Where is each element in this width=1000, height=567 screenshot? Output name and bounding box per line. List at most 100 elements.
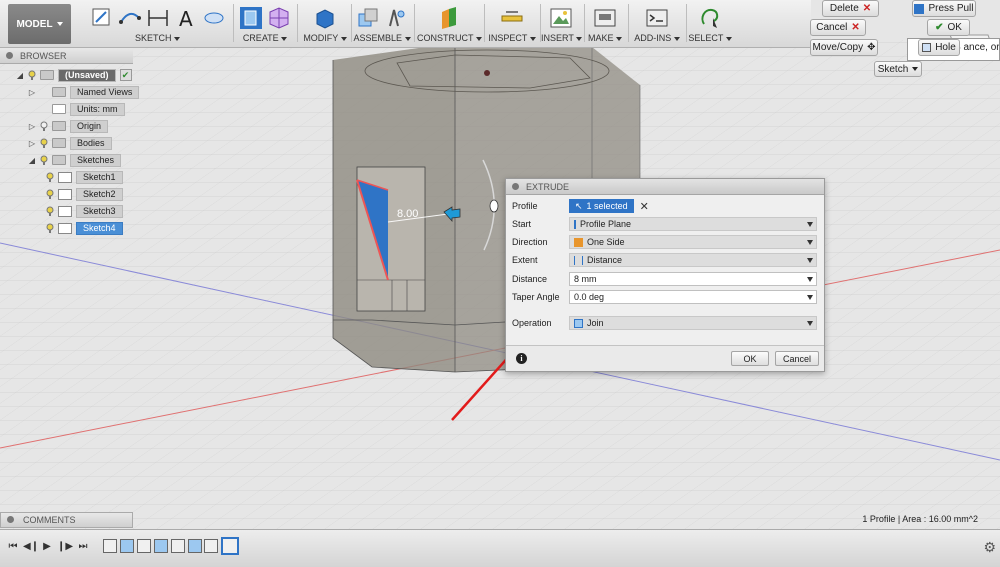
hole-icon <box>922 43 932 52</box>
extrude-ok-button[interactable]: OK <box>731 351 769 366</box>
tree-root[interactable]: ◢ (Unsaved) ✔ <box>16 68 132 82</box>
expand-arrow-icon[interactable]: ▷ <box>28 139 36 148</box>
direction-select[interactable]: One Side <box>569 235 817 249</box>
select-icon[interactable] <box>698 6 722 30</box>
operation-select[interactable]: Join <box>569 316 817 330</box>
visibility-bulb-icon[interactable] <box>46 223 54 233</box>
tree-item-label: Bodies <box>70 136 112 150</box>
expand-arrow-icon[interactable]: ▷ <box>28 88 36 97</box>
create-menu-label: CREATE <box>242 33 279 43</box>
press-pull-button[interactable]: Press Pull <box>912 0 976 17</box>
timeline-sketch-icon[interactable] <box>204 539 218 553</box>
expand-arrow-icon[interactable]: ◢ <box>28 156 36 165</box>
sketch-dropdown[interactable]: Sketch <box>874 61 922 77</box>
visibility-bulb-icon[interactable] <box>40 121 48 131</box>
timeline-extrude-icon[interactable] <box>154 539 168 553</box>
make-group[interactable]: MAKE <box>587 2 623 46</box>
measure-icon[interactable] <box>500 6 524 30</box>
sketch-icon <box>58 222 72 234</box>
sketch-group[interactable]: A SKETCH <box>80 2 235 46</box>
assemble-group[interactable]: ASSEMBLE <box>352 2 412 46</box>
add-ins-group[interactable]: ADD-INS <box>630 2 684 46</box>
create-sketch-icon[interactable] <box>90 6 114 30</box>
comments-panel-header[interactable]: COMMENTS <box>0 512 133 528</box>
tree-item-sketch1[interactable]: Sketch1 <box>46 170 123 184</box>
construct-group[interactable]: CONSTRUCT <box>417 2 482 46</box>
tree-item-sketch3[interactable]: Sketch3 <box>46 204 123 218</box>
collapse-icon[interactable] <box>512 183 519 190</box>
visibility-bulb-icon[interactable] <box>28 70 36 80</box>
start-select[interactable]: Profile Plane <box>569 217 817 231</box>
distance-row: Distance 8 mm <box>512 272 817 286</box>
new-component-icon[interactable] <box>356 6 380 30</box>
step-back-icon[interactable]: ◀❙ <box>23 540 39 554</box>
workspace-switcher[interactable]: MODEL <box>8 4 71 44</box>
design-canvas[interactable] <box>0 0 1000 567</box>
distance-input[interactable]: 8 mm <box>569 272 817 286</box>
dropdown-arrow-icon <box>807 277 813 282</box>
3d-print-icon[interactable] <box>593 6 617 30</box>
hole-button[interactable]: Hole <box>918 39 960 56</box>
press-pull-icon[interactable] <box>313 6 337 30</box>
inspect-group[interactable]: INSPECT <box>486 2 538 46</box>
tree-item-sketches[interactable]: ◢ Sketches <box>28 153 122 167</box>
expand-icon[interactable] <box>7 516 14 523</box>
modify-group[interactable]: MODIFY <box>300 2 350 46</box>
timeline-extrude-icon[interactable] <box>120 539 134 553</box>
timeline-sketch-icon[interactable] <box>137 539 151 553</box>
tree-item-sketch2[interactable]: Sketch2 <box>46 187 123 201</box>
gear-icon[interactable]: ⚙ <box>983 539 996 556</box>
joint-icon[interactable] <box>384 6 408 30</box>
expand-arrow-icon[interactable]: ◢ <box>16 71 24 80</box>
offset-plane-icon[interactable] <box>437 6 461 30</box>
tree-item-origin[interactable]: ▷ Origin <box>28 119 109 133</box>
tree-item-bodies[interactable]: ▷ Bodies <box>28 136 112 150</box>
visibility-bulb-icon[interactable] <box>46 172 54 182</box>
profile-selector[interactable]: ↖ 1 selected <box>569 199 634 213</box>
taper-manipulator-handle[interactable] <box>489 199 499 213</box>
visibility-bulb-icon[interactable] <box>46 206 54 216</box>
tree-item-sketch4[interactable]: Sketch4 <box>46 221 123 235</box>
visibility-bulb-icon[interactable] <box>40 138 48 148</box>
insert-image-icon[interactable] <box>549 6 573 30</box>
scripts-icon[interactable] <box>645 6 669 30</box>
select-group[interactable]: SELECT <box>688 2 732 46</box>
play-icon[interactable]: ▶ <box>40 540 54 554</box>
ok-marking-button[interactable]: ✔ OK <box>927 19 970 36</box>
visibility-bulb-icon[interactable] <box>40 155 48 165</box>
timeline-marker-icon[interactable] <box>221 537 239 555</box>
step-forward-icon[interactable]: ❙▶ <box>57 540 73 554</box>
extent-row: Extent Distance <box>512 253 817 267</box>
insert-group[interactable]: INSERT <box>541 2 583 46</box>
timeline-extrude-icon[interactable] <box>188 539 202 553</box>
tree-item-named-views[interactable]: ▷ Named Views <box>28 85 140 99</box>
create-group[interactable]: CREATE <box>236 2 294 46</box>
text-icon[interactable]: A <box>174 6 198 30</box>
extent-select[interactable]: Distance <box>569 253 817 267</box>
folder-icon <box>52 87 66 97</box>
extrude-cancel-button[interactable]: Cancel <box>775 351 819 366</box>
dimension-icon[interactable] <box>146 6 170 30</box>
browser-header[interactable]: BROWSER <box>0 48 133 64</box>
tree-item-units[interactable]: Units: mm <box>28 102 125 116</box>
move-copy-button[interactable]: Move/Copy ✥ <box>810 39 878 56</box>
info-icon[interactable]: i <box>516 353 527 364</box>
extrude-icon[interactable] <box>239 6 263 30</box>
form-icon[interactable] <box>267 6 291 30</box>
timeline-sketch-icon[interactable] <box>171 539 185 553</box>
delete-button[interactable]: Delete ✕ <box>822 0 879 17</box>
go-to-end-icon[interactable]: ⏭ <box>76 540 90 554</box>
dropdown-arrow-icon <box>807 240 813 245</box>
ellipse-icon[interactable] <box>202 6 226 30</box>
timeline-sketch-icon[interactable] <box>103 539 117 553</box>
taper-angle-input[interactable]: 0.0 deg <box>569 290 817 304</box>
collapse-icon[interactable] <box>6 52 13 59</box>
expand-arrow-icon[interactable]: ▷ <box>28 122 36 131</box>
extrude-dialog-header[interactable]: EXTRUDE <box>506 179 824 195</box>
extrude-dialog: EXTRUDE Profile ↖ 1 selected ✕ Start Pro… <box>505 178 825 372</box>
clear-selection-icon[interactable]: ✕ <box>640 200 649 213</box>
visibility-bulb-icon[interactable] <box>46 189 54 199</box>
spline-icon[interactable] <box>118 6 142 30</box>
go-to-start-icon[interactable]: ⏮ <box>6 540 20 554</box>
cancel-marking-button[interactable]: Cancel ✕ <box>810 19 866 36</box>
